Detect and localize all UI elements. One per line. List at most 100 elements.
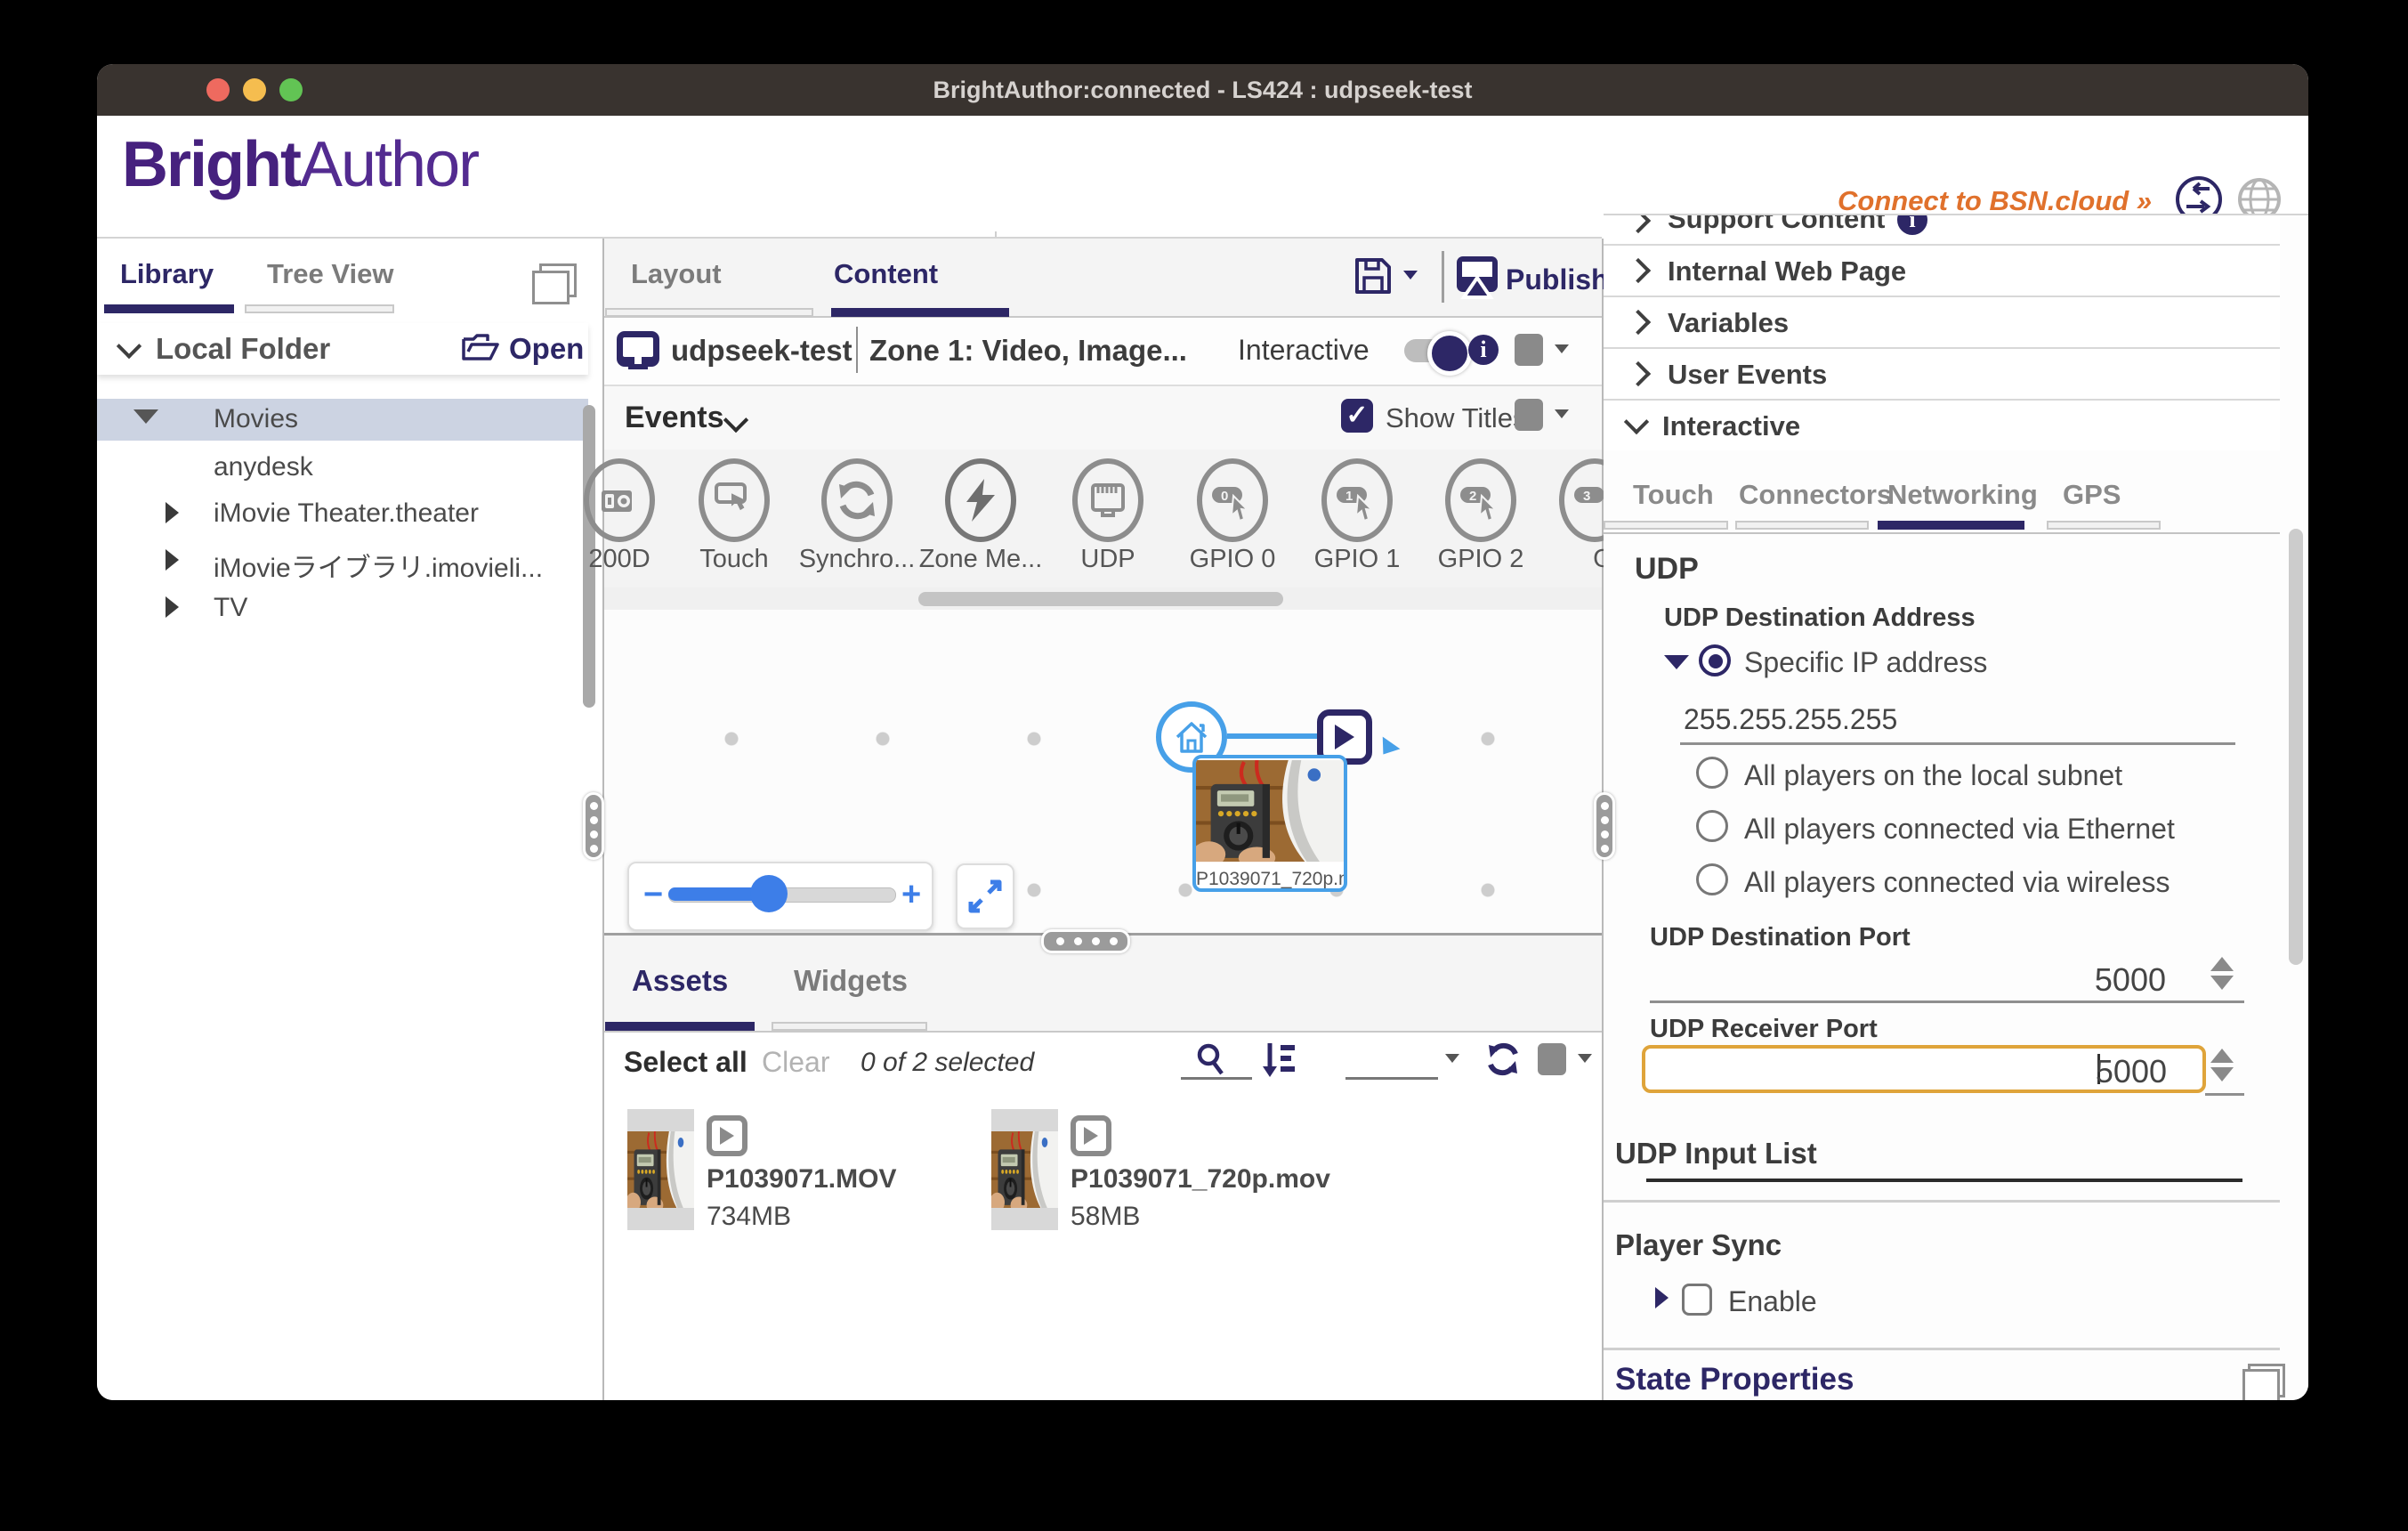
- open-folder-icon[interactable]: [461, 332, 500, 369]
- refresh-icon[interactable]: [1483, 1040, 1523, 1083]
- ethernet-radio[interactable]: [1696, 810, 1728, 842]
- svg-text:2: 2: [1469, 489, 1476, 504]
- canvas-media-item[interactable]: P1039071_720p.mov: [1192, 755, 1347, 892]
- tab-connectors[interactable]: Connectors: [1739, 479, 1892, 511]
- presentation-editor: Layout Content Publish udpseek-test Zone…: [604, 239, 1604, 1400]
- color-swatch-button[interactable]: [1515, 334, 1543, 366]
- section-variables[interactable]: Variables: [1604, 297, 2280, 349]
- events-chevron-icon[interactable]: [723, 408, 748, 433]
- chevron-down-icon[interactable]: [117, 334, 141, 359]
- expand-icon[interactable]: [1655, 1287, 1669, 1308]
- ip-address-input[interactable]: 255.255.255.255: [1684, 703, 1897, 736]
- asset-thumbnail[interactable]: [991, 1109, 1058, 1230]
- info-icon[interactable]: i: [1897, 215, 1927, 235]
- window-title: BrightAuthor:connected - LS424 : udpseek…: [97, 77, 2308, 104]
- tab-touch[interactable]: Touch: [1633, 479, 1714, 511]
- save-caret-icon[interactable]: [1403, 271, 1418, 279]
- info-icon[interactable]: i: [1468, 335, 1499, 365]
- filter-caret-icon[interactable]: [1445, 1054, 1459, 1063]
- color-swatch-button[interactable]: [1515, 399, 1543, 431]
- udp-input-list-field[interactable]: [1646, 1179, 2242, 1182]
- tab-networking[interactable]: Networking: [1887, 479, 2038, 511]
- assets-splitter-handle[interactable]: [1041, 929, 1130, 953]
- touch-event-icon[interactable]: [699, 458, 770, 542]
- expand-icon[interactable]: [166, 596, 179, 618]
- udp-receiver-port-input[interactable]: 5000: [1642, 1045, 2206, 1093]
- connect-bsn-link[interactable]: Connect to BSN.cloud »: [1838, 185, 2152, 217]
- select-all-button[interactable]: Select all: [624, 1046, 747, 1079]
- expand-collapse-icon[interactable]: [133, 409, 158, 424]
- expand-icon[interactable]: [166, 502, 179, 523]
- asset-thumbnail[interactable]: [627, 1109, 694, 1230]
- camera-event-icon[interactable]: [584, 458, 655, 542]
- zone-label[interactable]: Zone 1: Video, Image...: [869, 334, 1187, 368]
- wireless-radio[interactable]: [1696, 863, 1728, 895]
- asset-item[interactable]: P1039071_720p.mov 58MB: [991, 1109, 1347, 1252]
- tab-gps[interactable]: GPS: [2063, 479, 2121, 511]
- tab-widgets[interactable]: Widgets: [794, 964, 908, 998]
- udp-event-icon[interactable]: [1072, 458, 1143, 542]
- publish-button[interactable]: Publish: [1506, 263, 1609, 296]
- section-interactive[interactable]: Interactive: [1604, 401, 2280, 450]
- interactive-toggle-knob[interactable]: [1427, 331, 1472, 376]
- receiver-port-stepper[interactable]: [2210, 1049, 2234, 1081]
- show-titles-checkbox[interactable]: ✓: [1341, 399, 1373, 433]
- wireless-label: All players connected via wireless: [1744, 866, 2170, 899]
- zoom-out-button[interactable]: −: [643, 876, 663, 914]
- specific-ip-radio[interactable]: [1699, 644, 1731, 676]
- section-user-events[interactable]: User Events: [1604, 349, 2280, 401]
- sidebar-splitter-handle[interactable]: [583, 792, 604, 860]
- collapse-icon[interactable]: [1664, 655, 1689, 669]
- section-internal-web-page[interactable]: Internal Web Page: [1604, 246, 2280, 297]
- event-label: Synchro...: [786, 545, 928, 574]
- tab-tree-view[interactable]: Tree View: [267, 258, 393, 290]
- expand-icon[interactable]: [166, 549, 179, 571]
- tab-content[interactable]: Content: [834, 258, 938, 290]
- tree-item-movies[interactable]: Movies: [97, 399, 588, 441]
- gpio2-event-icon[interactable]: 2: [1445, 458, 1516, 542]
- player-sync-enable-checkbox[interactable]: [1682, 1284, 1712, 1316]
- inspector-splitter-handle[interactable]: [1594, 792, 1615, 860]
- tree-item-label: Movies: [214, 404, 298, 434]
- filter-dropdown[interactable]: [1345, 1077, 1438, 1080]
- row-caret-icon[interactable]: [1555, 409, 1569, 418]
- view-caret-icon[interactable]: [1578, 1054, 1592, 1063]
- state-properties-heading: State Properties: [1615, 1362, 1854, 1397]
- gpio1-event-icon[interactable]: 1: [1321, 458, 1393, 542]
- zone-message-event-icon[interactable]: [945, 458, 1016, 542]
- inspector-scrollbar[interactable]: [2289, 529, 2303, 965]
- save-icon[interactable]: [1353, 256, 1393, 300]
- app-window: BrightAuthor:connected - LS424 : udpseek…: [97, 64, 2308, 1400]
- tab-content-active-bar: [831, 308, 1009, 317]
- asset-item[interactable]: P1039071.MOV 734MB: [627, 1109, 966, 1252]
- tab-library[interactable]: Library: [120, 258, 214, 290]
- tree-item[interactable]: TV: [97, 586, 588, 628]
- udp-dest-port-input[interactable]: 5000: [1988, 961, 2166, 999]
- local-folder-header[interactable]: Local Folder Open: [97, 323, 588, 375]
- dest-port-stepper[interactable]: [2210, 957, 2234, 990]
- zoom-in-button[interactable]: +: [901, 876, 921, 914]
- sort-icon[interactable]: [1259, 1040, 1298, 1083]
- dest-port-underline: [1650, 1000, 2244, 1003]
- scrollbar-thumb[interactable]: [918, 592, 1283, 606]
- row-caret-icon[interactable]: [1555, 344, 1569, 353]
- view-options-button[interactable]: [1538, 1043, 1566, 1075]
- interactive-canvas[interactable]: P1039071_720p.mov − +: [604, 610, 1602, 933]
- section-support-content[interactable]: Support Content i: [1604, 215, 2280, 246]
- tab-layout[interactable]: Layout: [631, 258, 722, 290]
- tree-item[interactable]: iMovie Theater.theater: [97, 491, 588, 534]
- tree-item-label: iMovie Theater.theater: [214, 498, 479, 529]
- selection-status: 0 of 2 selected: [861, 1048, 1034, 1078]
- zoom-slider-thumb[interactable]: [750, 875, 788, 912]
- synchronize-event-icon[interactable]: [821, 458, 893, 542]
- tree-item[interactable]: iMovieライブラリ.imovieli...: [97, 539, 588, 581]
- clear-button[interactable]: Clear: [762, 1046, 829, 1079]
- event-label: UDP: [1037, 545, 1179, 574]
- publish-icon[interactable]: [1455, 255, 1499, 305]
- gpio0-event-icon[interactable]: 0: [1197, 458, 1268, 542]
- fit-canvas-button[interactable]: [956, 863, 1014, 929]
- tab-assets[interactable]: Assets: [632, 964, 728, 998]
- local-subnet-radio[interactable]: [1696, 757, 1728, 789]
- tree-item[interactable]: anydesk: [97, 445, 588, 488]
- open-button[interactable]: Open: [509, 332, 584, 366]
